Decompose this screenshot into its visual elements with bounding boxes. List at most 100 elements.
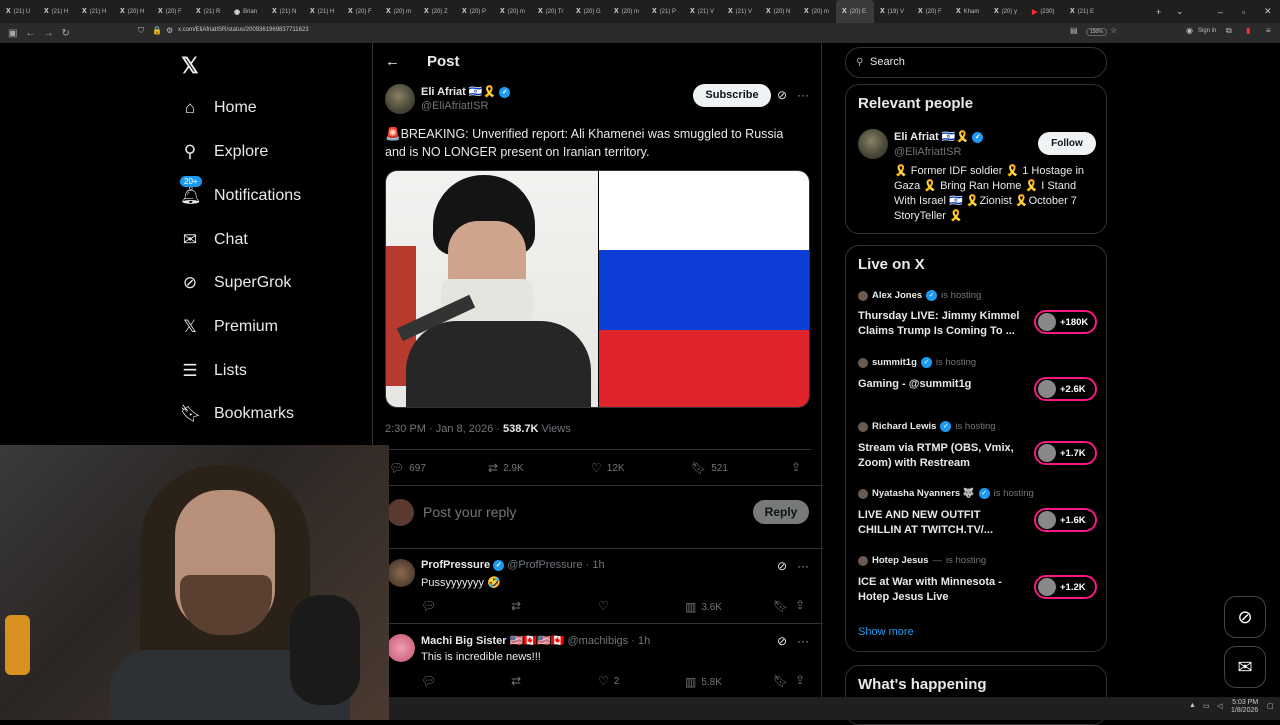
new-tab-icon[interactable]: + xyxy=(1156,0,1161,23)
browser-tab[interactable]: X (20) y xyxy=(988,0,1026,23)
grok-icon[interactable]: ⊘ xyxy=(777,634,787,648)
comment-author[interactable]: ProfPressure ✓ @ProfPressure · 1h xyxy=(421,559,605,571)
extension-badge-icon[interactable]: ▮ xyxy=(1246,26,1250,35)
subscribe-button[interactable]: Subscribe xyxy=(693,84,771,107)
comment-views[interactable]: ▥ 3.6K xyxy=(685,600,722,614)
browser-tab[interactable]: ◉ Brian xyxy=(228,0,266,23)
comment-bookmark-action[interactable]: 🔖︎ xyxy=(773,599,788,613)
person-handle[interactable]: @EliAfriatISR xyxy=(894,146,961,158)
browser-tab-active[interactable]: X (20) E xyxy=(836,0,874,23)
author-name[interactable]: Eli Afriat 🇮🇱🎗️ ✓ xyxy=(421,85,511,98)
browser-tab[interactable]: X (20) F xyxy=(342,0,380,23)
live-title[interactable]: Gaming - @summit1g xyxy=(858,377,1023,392)
person-name[interactable]: Eli Afriat 🇮🇱🎗️ ✓ xyxy=(894,130,984,143)
maximize-icon[interactable]: ▫ xyxy=(1242,0,1245,23)
browser-tab[interactable]: X (21) V xyxy=(684,0,722,23)
comment-avatar[interactable] xyxy=(387,559,415,587)
browser-tab[interactable]: X (20) G xyxy=(570,0,608,23)
comment-like-action[interactable]: ♡ 2 xyxy=(598,674,619,688)
comment-views[interactable]: ▥ 5.8K xyxy=(685,675,722,689)
browser-tab[interactable]: X (21) V xyxy=(722,0,760,23)
browser-tab[interactable]: X (20) F xyxy=(152,0,190,23)
network-icon[interactable]: ▭ xyxy=(1203,702,1210,710)
browser-tab[interactable]: X (20) Z xyxy=(418,0,456,23)
shield-icon[interactable]: ⛉ xyxy=(138,26,144,36)
live-title[interactable]: ICE at War with Minnesota - Hotep Jesus … xyxy=(858,575,1023,605)
live-host[interactable]: Nyatasha Nyanners 🐺 ✓ is hosting xyxy=(858,488,1034,499)
live-listeners-pill[interactable]: +1.7K xyxy=(1034,441,1097,465)
author-handle[interactable]: @EliAfriatISR xyxy=(421,100,488,112)
browser-tab[interactable]: ▶ (230) xyxy=(1026,0,1064,23)
live-title[interactable]: Stream via RTMP (OBS, Vmix, Zoom) with R… xyxy=(858,441,1023,471)
notification-center-icon[interactable]: ▢ xyxy=(1267,702,1274,710)
live-host[interactable]: Hotep Jesus — is hosting xyxy=(858,555,986,566)
comment-reply-action[interactable]: 💬︎ xyxy=(421,599,441,613)
nav-supergrok[interactable]: ⊘ SuperGrok xyxy=(180,273,292,293)
more-options-icon[interactable]: ··· xyxy=(797,634,809,648)
nav-premium[interactable]: 𝕏 Premium xyxy=(180,317,278,337)
browser-tab[interactable]: X (21) R xyxy=(190,0,228,23)
extensions-icon[interactable]: ⧉ xyxy=(1226,26,1232,36)
lock-icon[interactable]: 🔒 xyxy=(152,26,162,35)
browser-tab[interactable]: X (20) m xyxy=(798,0,836,23)
live-listeners-pill[interactable]: +180K xyxy=(1034,310,1097,334)
browser-tab[interactable]: X (21) H xyxy=(304,0,342,23)
repost-action[interactable]: ⇄ 2.9K xyxy=(488,461,524,475)
live-host[interactable]: Richard Lewis ✓ is hosting xyxy=(858,421,996,432)
search-input[interactable]: ⚲ Search xyxy=(845,47,1107,78)
show-more-link[interactable]: Show more xyxy=(858,626,914,638)
live-title[interactable]: Thursday LIVE: Jimmy Kimmel Claims Trump… xyxy=(858,309,1023,339)
comment-like-action[interactable]: ♡ xyxy=(598,599,614,613)
comment-avatar[interactable] xyxy=(387,634,415,662)
browser-tab[interactable]: X (20) m xyxy=(608,0,646,23)
browser-tab[interactable]: X Kham xyxy=(950,0,988,23)
comment-repost-action[interactable]: ⇄ xyxy=(511,599,526,613)
more-options-icon[interactable]: ··· xyxy=(797,88,809,102)
browser-tab[interactable]: X (21) H xyxy=(76,0,114,23)
browser-tab[interactable]: X (21) E xyxy=(1064,0,1102,23)
browser-tab[interactable]: X (20) H xyxy=(114,0,152,23)
person-avatar[interactable] xyxy=(858,129,888,159)
nav-explore[interactable]: ⚲ Explore xyxy=(180,142,268,162)
live-title[interactable]: LIVE AND NEW OUTFIT CHILLIN AT TWITCH.TV… xyxy=(858,508,1023,538)
forward-nav-icon[interactable]: → xyxy=(43,28,53,39)
comment-repost-action[interactable]: ⇄ xyxy=(511,674,526,688)
nav-lists[interactable]: ☰ Lists xyxy=(180,361,247,381)
back-arrow-icon[interactable]: ← xyxy=(385,53,400,70)
tab-list-icon[interactable]: ⌄ xyxy=(1176,0,1184,23)
bookmark-star-icon[interactable]: ☆ xyxy=(1110,26,1117,35)
live-listeners-pill[interactable]: +1.2K xyxy=(1034,575,1097,599)
grok-icon[interactable]: ⊘ xyxy=(777,88,787,102)
sidebar-toggle-icon[interactable]: ▣ xyxy=(8,28,17,39)
reply-input[interactable]: Post your reply xyxy=(423,504,516,520)
browser-tab[interactable]: X (21) H xyxy=(38,0,76,23)
post-media[interactable] xyxy=(385,170,810,408)
tray-arrow-icon[interactable]: ▲ xyxy=(1189,702,1196,709)
menu-icon[interactable]: ≡ xyxy=(1266,26,1271,35)
browser-tab[interactable]: X (21) P xyxy=(646,0,684,23)
author-avatar[interactable] xyxy=(385,84,415,114)
follow-button[interactable]: Follow xyxy=(1038,132,1096,155)
clock[interactable]: 5:03 PM 1/8/2026 xyxy=(1231,699,1258,715)
comment-reply-action[interactable]: 💬︎ xyxy=(421,674,441,688)
browser-tab[interactable]: X (21) N xyxy=(266,0,304,23)
close-window-icon[interactable]: ✕ xyxy=(1264,0,1272,23)
share-action[interactable]: ⇪ xyxy=(791,460,801,474)
reply-action[interactable]: 💬︎ 697 xyxy=(389,461,426,475)
browser-tab[interactable]: X (20) F xyxy=(912,0,950,23)
back-nav-icon[interactable]: ← xyxy=(25,28,35,39)
browser-tab[interactable]: X (20) m xyxy=(380,0,418,23)
live-host[interactable]: summit1g ✓ is hosting xyxy=(858,357,976,368)
comment-share-action[interactable]: ⇪ xyxy=(795,673,805,687)
account-icon[interactable]: ◉ xyxy=(1186,26,1193,35)
page-info-icon[interactable]: ⚙ xyxy=(166,26,173,35)
browser-tab[interactable]: X (20) m xyxy=(494,0,532,23)
sign-in-link[interactable]: Sign in xyxy=(1198,28,1216,34)
reload-icon[interactable]: ↻ xyxy=(61,28,69,39)
grok-icon[interactable]: ⊘ xyxy=(777,559,787,573)
x-logo[interactable]: 𝕏 xyxy=(181,53,199,79)
nav-notifications[interactable]: 🔔︎ 20+ Notifications xyxy=(180,176,301,206)
reader-icon[interactable]: ▤ xyxy=(1070,26,1078,35)
comment-author[interactable]: Machi Big Sister 🇺🇸🇨🇦🇺🇸🇨🇦 @machibigs · 1… xyxy=(421,634,650,647)
grok-fab-icon[interactable]: ⊘ xyxy=(1224,596,1266,638)
